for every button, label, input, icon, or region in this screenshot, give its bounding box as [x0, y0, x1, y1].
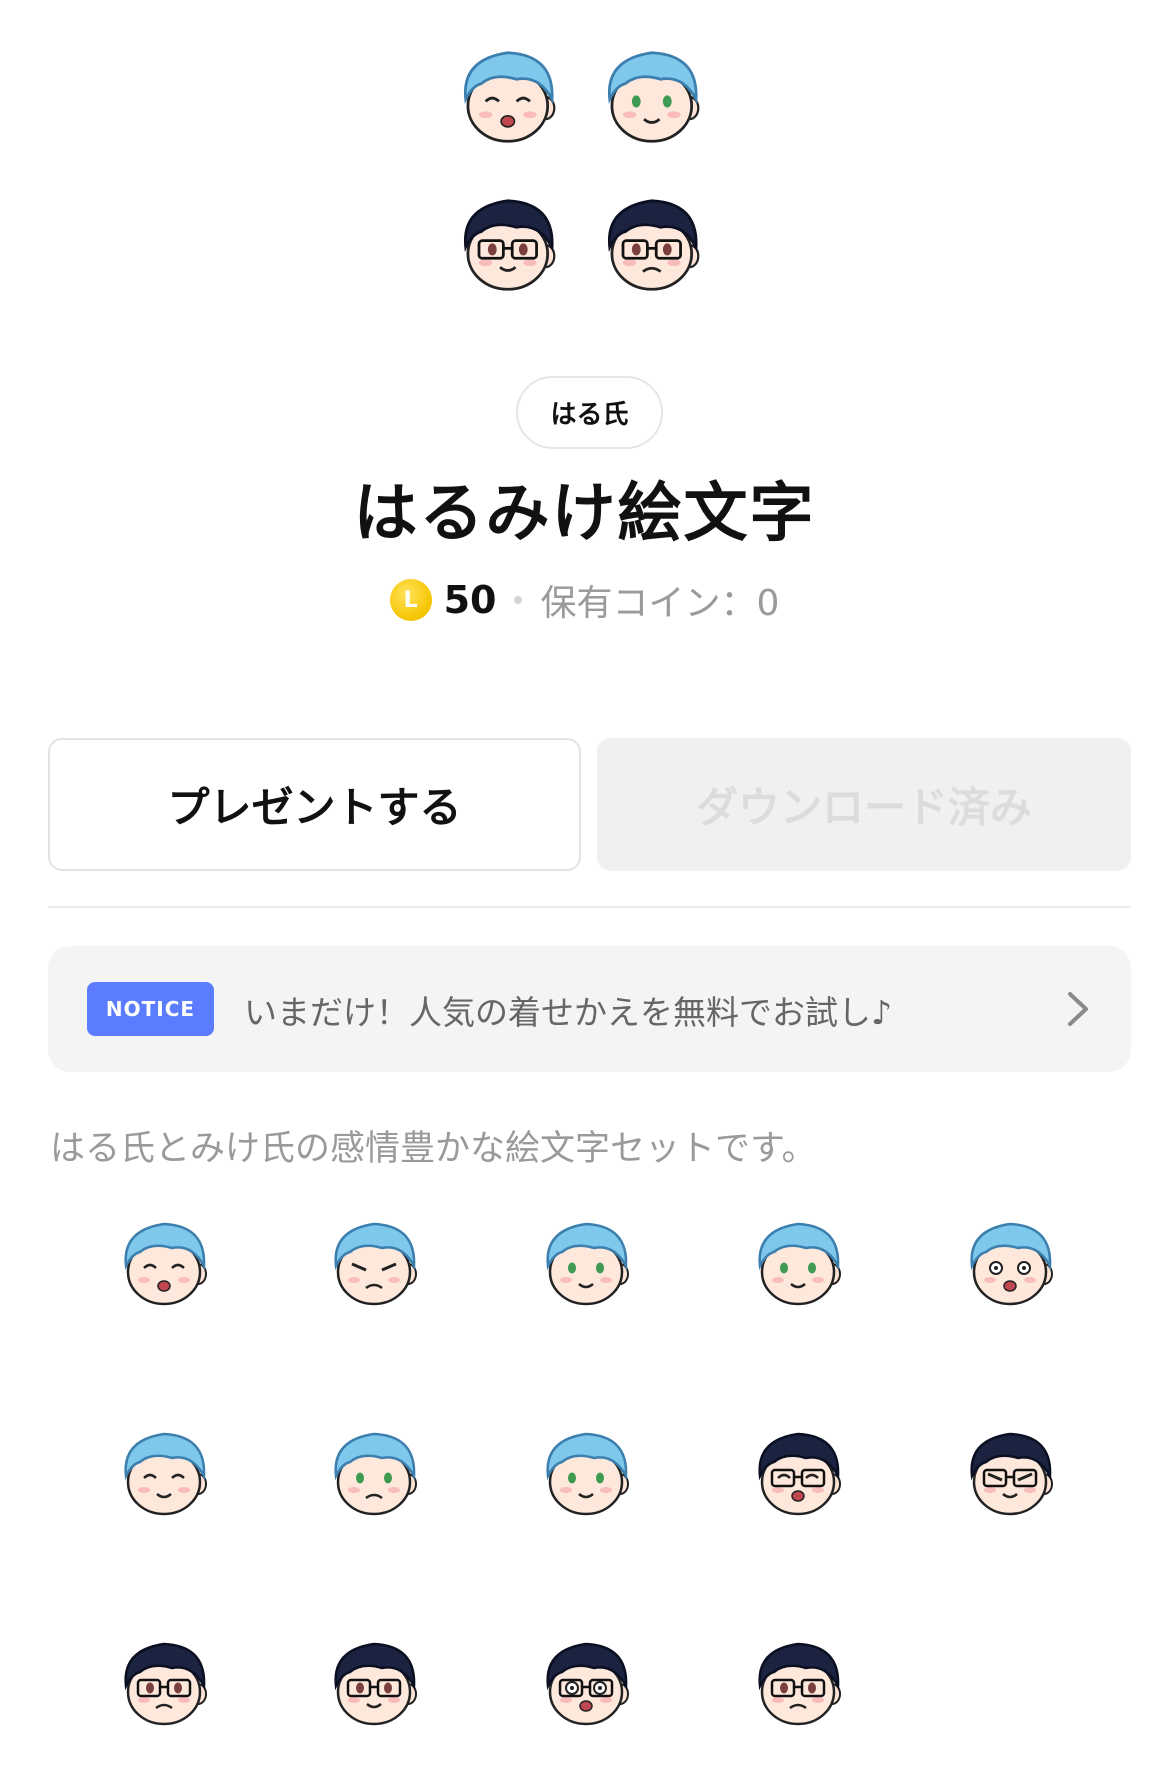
dark-hair-glasses-worried-icon: [592, 183, 716, 307]
blue-hair-happy-icon[interactable]: [110, 1418, 222, 1530]
held-coins: 保有コイン：0: [540, 583, 780, 624]
hero-emoji-preview: [448, 35, 728, 305]
blue-hair-shocked-icon[interactable]: [956, 1208, 1068, 1320]
price-row: L 50 保有コイン：0: [0, 572, 1169, 628]
chevron-right-icon: [1068, 992, 1088, 1026]
page-title: はるみけ絵文字: [353, 477, 816, 551]
blue-hair-smiling-icon: [592, 35, 716, 159]
notice-badge: NOTICE: [87, 982, 214, 1036]
present-button[interactable]: プレゼントする: [48, 738, 581, 871]
present-button-label: プレゼントする: [167, 783, 462, 832]
blue-hair-smiling-icon[interactable]: [744, 1208, 856, 1320]
blue-hair-calm-icon[interactable]: [532, 1418, 644, 1530]
divider: [48, 906, 1131, 908]
blue-hair-laughing-icon[interactable]: [110, 1208, 222, 1320]
dark-hair-glasses-laughing-icon[interactable]: [744, 1418, 856, 1530]
download-button[interactable]: ダウンロード済み: [597, 738, 1131, 871]
blue-hair-angry-icon[interactable]: [320, 1208, 432, 1320]
blue-hair-sweating-icon[interactable]: [532, 1208, 644, 1320]
coin-icon: L: [389, 579, 432, 621]
blue-hair-laughing-icon: [448, 35, 572, 159]
separator-dot: [514, 596, 523, 604]
dark-hair-glasses-annoyed-icon[interactable]: [956, 1418, 1068, 1530]
notice-text: いまだけ！人気の着せかえを無料でお試し♪: [244, 993, 893, 1032]
download-button-label: ダウンロード済み: [695, 783, 1032, 832]
description: はる氏とみけ氏の感情豊かな絵文字セットです。: [50, 1129, 817, 1169]
author-chip[interactable]: はる氏: [516, 376, 663, 449]
dark-hair-glasses-surprised-icon[interactable]: [532, 1628, 644, 1740]
dark-hair-glasses-smirk-icon[interactable]: [320, 1628, 432, 1740]
notice-banner[interactable]: NOTICE いまだけ！人気の着せかえを無料でお試し♪: [48, 946, 1131, 1072]
dark-hair-glasses-worried-icon[interactable]: [744, 1628, 856, 1740]
dark-hair-glasses-frown-icon[interactable]: [110, 1628, 222, 1740]
price-amount: 50: [443, 578, 497, 622]
dark-hair-glasses-smiling-icon: [448, 183, 572, 307]
blue-hair-crying-icon[interactable]: [320, 1418, 432, 1530]
author-name: はる氏: [550, 400, 629, 430]
